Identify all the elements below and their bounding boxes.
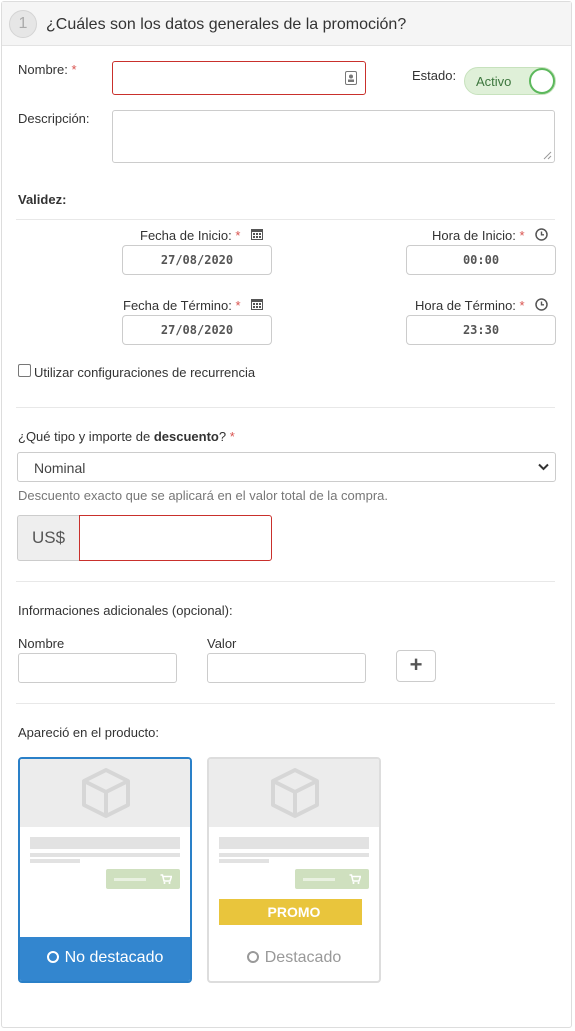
product-image-placeholder bbox=[209, 759, 379, 827]
contact-card-icon bbox=[345, 71, 357, 85]
title-placeholder bbox=[30, 837, 180, 849]
recurrence-label: Utilizar configuraciones de recurrencia bbox=[34, 365, 256, 380]
validity-label: Validez: bbox=[18, 192, 67, 207]
start-date-input[interactable]: 27/08/2020 bbox=[122, 245, 272, 275]
description-textarea[interactable] bbox=[112, 110, 555, 163]
currency-addon: US$ bbox=[17, 515, 79, 561]
name-input[interactable] bbox=[112, 61, 366, 95]
divider bbox=[16, 407, 555, 408]
option-not-featured-card[interactable]: No destacado bbox=[18, 757, 192, 983]
extra-value-label: Valor bbox=[207, 636, 237, 651]
product-image-placeholder bbox=[20, 759, 190, 827]
extra-name-input[interactable] bbox=[18, 653, 177, 683]
recurrence-checkbox[interactable] bbox=[18, 364, 31, 377]
calendar-icon[interactable] bbox=[251, 298, 263, 310]
extra-name-label: Nombre bbox=[18, 636, 65, 651]
cube-icon bbox=[82, 768, 130, 818]
start-time-label: Hora de Inicio: * bbox=[432, 228, 525, 243]
appeared-label: Apareció en el producto: bbox=[18, 725, 159, 740]
end-date-label: Fecha de Término: * bbox=[123, 298, 241, 313]
discount-help-text: Descuento exacto que se aplicará en el v… bbox=[18, 488, 388, 503]
chevron-down-icon bbox=[538, 463, 549, 471]
status-label: Estado: bbox=[412, 68, 457, 83]
divider bbox=[16, 703, 555, 704]
radio-icon bbox=[46, 951, 59, 963]
option-not-featured-label: No destacado bbox=[20, 937, 190, 981]
status-toggle[interactable]: Activo bbox=[464, 67, 556, 95]
calendar-icon[interactable] bbox=[251, 228, 263, 240]
panel-title: ¿Cuáles son los datos generales de la pr… bbox=[46, 16, 407, 33]
end-time-input[interactable]: 23:30 bbox=[406, 315, 556, 345]
add-to-cart-placeholder bbox=[106, 869, 180, 889]
divider bbox=[16, 219, 555, 220]
cart-icon bbox=[349, 874, 361, 884]
extra-value-input[interactable] bbox=[207, 653, 366, 683]
status-toggle-label: Activo bbox=[476, 74, 512, 89]
option-featured-card[interactable]: PROMO Destacado bbox=[207, 757, 381, 983]
radio-icon bbox=[246, 951, 259, 963]
text-placeholder bbox=[219, 853, 369, 857]
discount-type-value: Nominal bbox=[34, 460, 86, 476]
discount-question-label: ¿Qué tipo y importe de descuento? * bbox=[18, 429, 235, 444]
end-date-input[interactable]: 27/08/2020 bbox=[122, 315, 272, 345]
toggle-knob bbox=[529, 68, 555, 94]
option-featured-label: Destacado bbox=[209, 937, 379, 981]
text-placeholder bbox=[30, 853, 180, 857]
clock-icon[interactable] bbox=[535, 228, 548, 241]
text-placeholder bbox=[219, 859, 269, 863]
add-to-cart-placeholder bbox=[295, 869, 369, 889]
add-info-button[interactable]: + bbox=[396, 650, 436, 682]
title-placeholder bbox=[219, 837, 369, 849]
resize-handle-icon[interactable] bbox=[543, 151, 552, 160]
cart-icon bbox=[160, 874, 172, 884]
name-label: Nombre: * bbox=[18, 62, 77, 77]
start-time-input[interactable]: 00:00 bbox=[406, 245, 556, 275]
promo-ribbon: PROMO bbox=[219, 899, 370, 925]
description-label: Descripción: bbox=[18, 111, 90, 126]
text-placeholder bbox=[30, 859, 80, 863]
discount-type-select[interactable]: Nominal bbox=[17, 452, 556, 482]
cube-icon bbox=[271, 768, 319, 818]
panel-header: 1 ¿Cuáles son los datos generales de la … bbox=[2, 2, 571, 46]
additional-info-label: Informaciones adicionales (opcional): bbox=[18, 603, 233, 618]
step-number: 1 bbox=[9, 10, 37, 38]
start-date-label: Fecha de Inicio: * bbox=[140, 228, 241, 243]
discount-amount-input[interactable] bbox=[79, 515, 272, 561]
clock-icon[interactable] bbox=[535, 298, 548, 311]
end-time-label: Hora de Término: * bbox=[415, 298, 525, 313]
divider bbox=[16, 581, 555, 582]
